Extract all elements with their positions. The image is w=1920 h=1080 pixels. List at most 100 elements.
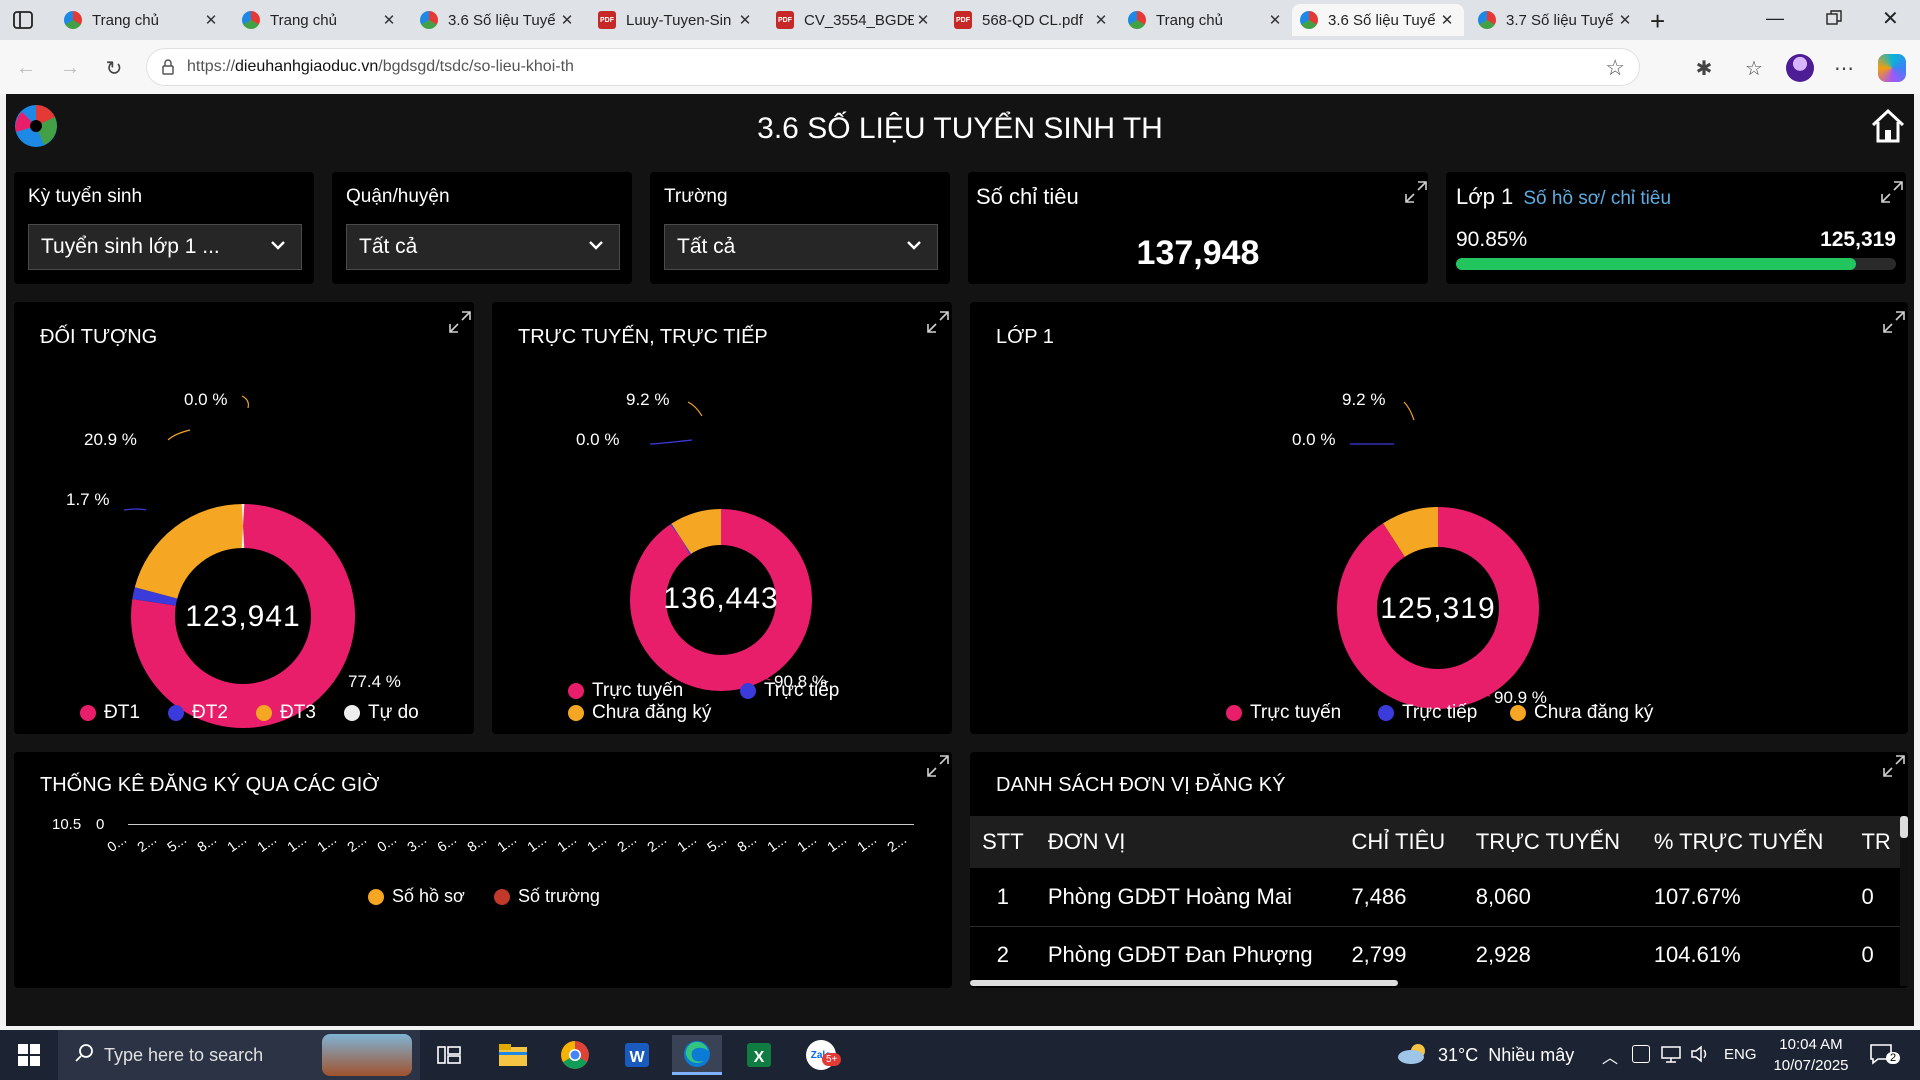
tray-chevron-icon[interactable]: ︿	[1602, 1044, 1618, 1068]
minimize-icon[interactable]: —	[1766, 8, 1784, 29]
legend-item[interactable]: Chưa đăng ký	[568, 702, 711, 724]
clock[interactable]: 10:04 AM 10/07/2025	[1766, 1034, 1856, 1076]
browser-tab[interactable]: 3.6 Số liệu Tuyể ✕	[412, 4, 584, 36]
home-icon[interactable]	[1868, 106, 1908, 146]
legend-item[interactable]: ĐT3	[256, 702, 316, 724]
browser-tab[interactable]: PDF CV_3554_BGDĐ ✕	[768, 4, 940, 36]
legend-item[interactable]: Số trường	[494, 886, 600, 907]
legend-item[interactable]: Trực tiếp	[1378, 702, 1477, 724]
close-icon[interactable]: ✕	[1266, 11, 1284, 29]
file-explorer-icon[interactable]	[488, 1035, 538, 1075]
horizontal-scrollbar[interactable]	[970, 980, 1900, 986]
browser-tab[interactable]: Trang chủ ✕	[1120, 4, 1292, 36]
close-icon[interactable]: ✕	[558, 11, 576, 29]
quan-huyen-select[interactable]: Tất cả	[346, 224, 620, 270]
truong-select[interactable]: Tất cả	[664, 224, 938, 270]
volume-icon[interactable]	[1690, 1044, 1712, 1069]
more-icon[interactable]: ⋯	[1828, 52, 1860, 84]
favorite-star-icon[interactable]: ☆	[1605, 55, 1625, 81]
back-icon[interactable]: ←	[10, 52, 42, 84]
close-icon[interactable]: ✕	[380, 11, 398, 29]
legend-item[interactable]: Trực tuyến	[1226, 702, 1341, 724]
column-header[interactable]: TRỰC TUYẾN	[1464, 816, 1642, 868]
input-language[interactable]: ENG	[1724, 1046, 1757, 1063]
expand-icon[interactable]	[1402, 178, 1430, 206]
profile-avatar[interactable]	[1786, 54, 1814, 82]
legend-label: Tự do	[368, 702, 419, 723]
legend-item[interactable]: ĐT1	[80, 702, 140, 724]
windows-start-icon[interactable]	[4, 1035, 54, 1075]
ky-tuyen-sinh-select[interactable]: Tuyển sinh lớp 1 ...	[28, 224, 302, 270]
close-icon[interactable]: ✕	[1438, 11, 1456, 29]
site-info-icon[interactable]	[159, 58, 177, 81]
legend-item[interactable]: Tự do	[344, 702, 419, 724]
expand-icon[interactable]	[924, 752, 952, 780]
cell-percent: 104.61%	[1653, 942, 1741, 968]
pie-label: 1.7 %	[66, 490, 110, 509]
edge-icon[interactable]	[672, 1035, 722, 1075]
tab-actions-icon[interactable]	[12, 10, 34, 30]
task-view-icon[interactable]	[424, 1035, 474, 1075]
table-row[interactable]: 1 Phòng GDĐT Hoàng Mai 7,486 8,060 107.6…	[970, 868, 1908, 926]
danh-sach-panel: DANH SÁCH ĐƠN VỊ ĐĂNG KÝ STT ĐƠN VỊ CHỈ …	[970, 752, 1908, 988]
page-title: 3.6 SỐ LIỆU TUYỂN SINH TH	[757, 112, 1163, 145]
browser-tab[interactable]: PDF 568-QD CL.pdf ✕	[946, 4, 1118, 36]
new-tab-icon[interactable]: +	[1650, 6, 1665, 37]
extensions-icon[interactable]: ✱	[1688, 52, 1720, 84]
legend-item[interactable]: Số hồ sơ	[368, 886, 465, 907]
legend-item[interactable]: Chưa đăng ký	[1510, 702, 1653, 724]
browser-tab[interactable]: Trang chủ ✕	[234, 4, 406, 36]
pie-label: 20.9 %	[84, 430, 137, 449]
close-icon[interactable]: ✕	[736, 11, 754, 29]
chrome-icon[interactable]	[550, 1035, 600, 1075]
close-window-icon[interactable]: ✕	[1882, 6, 1899, 31]
copilot-icon[interactable]	[1878, 54, 1906, 82]
scrollbar-thumb[interactable]	[1900, 816, 1908, 838]
expand-icon[interactable]	[1880, 752, 1908, 780]
browser-tab[interactable]: PDF Luuy-Tuyen-Sin ✕	[590, 4, 762, 36]
column-header[interactable]: CHỈ TIÊU	[1339, 816, 1463, 868]
column-header[interactable]: % TRỰC TUYẾN	[1642, 816, 1850, 868]
favorites-icon[interactable]: ☆	[1738, 52, 1770, 84]
word-icon[interactable]: W	[612, 1035, 662, 1075]
pie-label: 0.0 %	[184, 390, 228, 409]
close-icon[interactable]: ✕	[914, 11, 932, 29]
column-header[interactable]: ĐƠN VỊ	[1036, 816, 1340, 868]
scrollbar-thumb[interactable]	[970, 980, 1398, 986]
browser-tab[interactable]: Trang chủ ✕	[56, 4, 228, 36]
forward-icon[interactable]: →	[54, 52, 86, 84]
legend-label: Số trường	[518, 886, 600, 906]
browser-tab-active[interactable]: 3.6 Số liệu Tuyể ✕	[1292, 4, 1464, 36]
x-tick-label: 1...	[824, 830, 850, 856]
vertical-scrollbar[interactable]	[1900, 816, 1908, 986]
browser-tab[interactable]: 3.7 Số liệu Tuyể ✕	[1470, 4, 1642, 36]
zalo-icon[interactable]: Zalo 5+	[796, 1035, 846, 1075]
lop1-progress-card: Lớp 1 Số hồ sơ/ chỉ tiêu 90.85% 125,319	[1446, 172, 1906, 284]
donut-center-value: 136,443	[663, 582, 779, 615]
close-icon[interactable]: ✕	[202, 11, 220, 29]
taskbar-search[interactable]: Type here to search	[58, 1030, 420, 1080]
panel-title: DANH SÁCH ĐƠN VỊ ĐĂNG KÝ	[996, 774, 1286, 796]
reload-icon[interactable]: ↻	[98, 52, 130, 84]
restore-icon[interactable]	[1826, 10, 1842, 26]
notification-icon[interactable]: 2	[1868, 1042, 1901, 1068]
close-icon[interactable]: ✕	[1616, 11, 1634, 29]
column-header[interactable]: STT	[970, 816, 1036, 868]
legend-item[interactable]: Trực tiếp	[740, 680, 839, 702]
tray-device-icon[interactable]	[1632, 1045, 1650, 1063]
table-row[interactable]: 2 Phòng GDĐT Đan Phượng 2,799 2,928 104.…	[970, 926, 1908, 984]
legend-dot	[1378, 705, 1394, 721]
close-icon[interactable]: ✕	[1092, 11, 1110, 29]
expand-icon[interactable]	[1878, 178, 1906, 206]
url-field[interactable]: https://dieuhanhgiaoduc.vn/bgdsgd/tsdc/s…	[146, 48, 1640, 86]
legend-item[interactable]: ĐT2	[168, 702, 228, 724]
filter-label: Trường	[664, 186, 728, 207]
network-icon[interactable]	[1660, 1044, 1682, 1069]
excel-icon[interactable]: X	[734, 1035, 784, 1075]
weather-widget[interactable]: 31°C Nhiều mây	[1396, 1030, 1574, 1080]
chevron-down-icon	[269, 236, 287, 260]
pdf-icon: PDF	[954, 11, 972, 29]
tab-label: Luuy-Tuyen-Sin	[626, 11, 732, 29]
legend-item[interactable]: Trực tuyến	[568, 680, 683, 702]
x-axis-ticks: 0... 2... 5... 8... 1... 1... 1... 1... 2... 0...…	[104, 831, 914, 866]
